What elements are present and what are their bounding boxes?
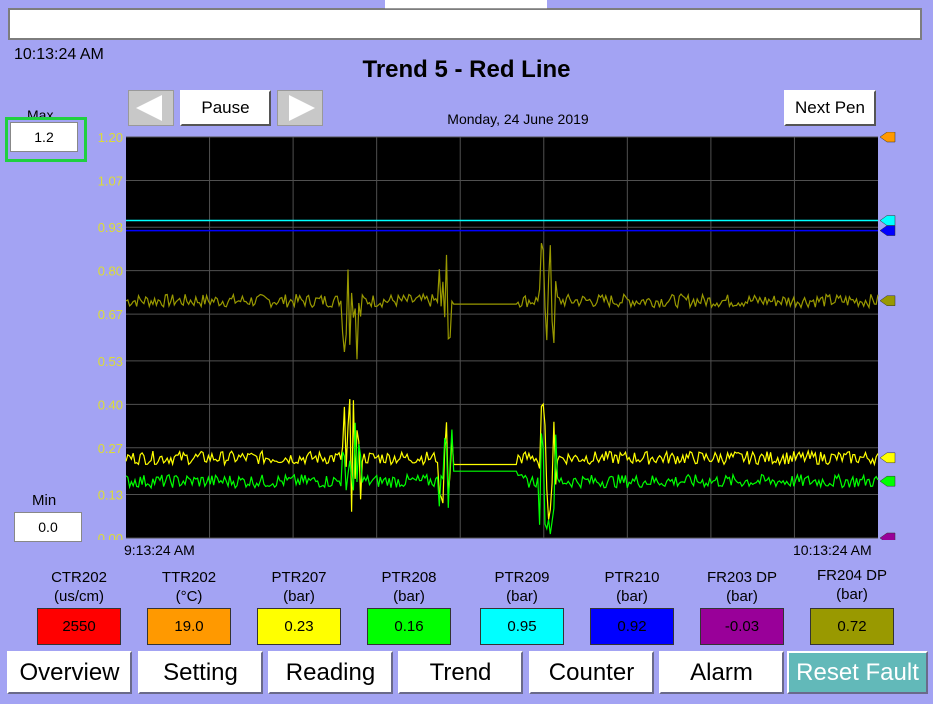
y-tick-label: 0.40 [98, 397, 123, 412]
nav-reading-button[interactable]: Reading [268, 651, 393, 694]
tag-unit: (bar) [836, 586, 868, 603]
scroll-back-button[interactable] [128, 90, 174, 126]
pen-marker-icon [879, 452, 896, 464]
scroll-forward-button[interactable] [277, 90, 323, 126]
pen-marker-icon [879, 132, 896, 143]
y-tick-label: 0.00 [98, 531, 123, 540]
y-tick-label: 0.27 [98, 441, 123, 456]
pen-marker-icon [879, 295, 896, 306]
tag-value-1: 19.0 [147, 608, 231, 645]
tag-label-0: CTR202 (us/cm) [19, 568, 139, 606]
tag-label-1: TTR202 (°C) [129, 568, 249, 606]
tag-value-4: 0.95 [480, 608, 564, 645]
tag-name: FR203 DP [706, 569, 778, 586]
tag-value-0: 2550 [37, 608, 121, 645]
min-label: Min [32, 492, 57, 509]
tag-value-3: 0.16 [367, 608, 451, 645]
max-input[interactable]: 1.2 [10, 122, 78, 152]
arrow-left-icon [136, 95, 162, 121]
y-tick-label: 0.13 [98, 488, 123, 503]
hmi-screen: 10:13:24 AM Trend 5 - Red Line Max 1.2 M… [0, 0, 933, 704]
tag-unit: (°C) [175, 588, 203, 605]
nav-counter-button[interactable]: Counter [529, 651, 654, 694]
tag-unit: (bar) [283, 588, 315, 605]
min-input[interactable]: 0.0 [14, 512, 82, 542]
tag-label-7: FR204 DP (bar) [792, 566, 912, 604]
tag-name: PTR210 [604, 569, 660, 586]
tag-label-4: PTR209 (bar) [462, 568, 582, 606]
tag-name: PTR208 [381, 569, 437, 586]
arrow-right-icon [289, 95, 315, 121]
pen-marker-icon [879, 225, 896, 236]
y-tick-label: 1.20 [98, 132, 123, 145]
tag-name: FR204 DP [816, 567, 888, 584]
pause-button[interactable]: Pause [180, 90, 271, 126]
nav-setting-button[interactable]: Setting [138, 651, 263, 694]
nav-reset-fault-button[interactable]: Reset Fault [787, 651, 928, 694]
tag-unit: (us/cm) [54, 588, 104, 605]
tag-unit: (bar) [393, 588, 425, 605]
y-tick-label: 0.80 [98, 264, 123, 279]
tag-unit: (bar) [726, 588, 758, 605]
pen-marker-icon [879, 215, 896, 226]
pen-marker-icon [879, 532, 896, 540]
time-axis-start: 9:13:24 AM [124, 542, 195, 558]
tag-name: PTR209 [494, 569, 550, 586]
tag-name: PTR207 [271, 569, 327, 586]
tag-unit: (bar) [616, 588, 648, 605]
tag-value-5: 0.92 [590, 608, 674, 645]
nav-trend-button[interactable]: Trend [398, 651, 523, 694]
y-tick-label: 1.07 [98, 173, 123, 188]
y-tick-label: 0.67 [98, 307, 123, 322]
tag-value-7: 0.72 [810, 608, 894, 645]
page-title: Trend 5 - Red Line [362, 56, 571, 83]
nav-overview-button[interactable]: Overview [7, 651, 132, 694]
tag-value-6: -0.03 [700, 608, 784, 645]
nav-alarm-button[interactable]: Alarm [659, 651, 784, 694]
y-tick-label: 0.53 [98, 354, 123, 369]
y-tick-label: 0.93 [98, 220, 123, 235]
trend-chart: 1.20 1.07 0.93 0.80 0.67 0.53 0.40 0.27 0.13 0.00 [98, 132, 896, 540]
tag-label-5: PTR210 (bar) [572, 568, 692, 606]
trend-date: Monday, 24 June 2019 [447, 111, 589, 127]
tag-value-2: 0.23 [257, 608, 341, 645]
top-notch [385, 0, 547, 9]
tag-name: CTR202 [51, 569, 107, 586]
message-bar [8, 8, 922, 40]
tag-name: TTR202 [161, 569, 217, 586]
tag-label-3: PTR208 (bar) [349, 568, 469, 606]
tag-label-6: FR203 DP (bar) [682, 568, 802, 606]
next-pen-button[interactable]: Next Pen [784, 90, 876, 126]
time-axis-end: 10:13:24 AM [793, 542, 872, 558]
tag-label-2: PTR207 (bar) [239, 568, 359, 606]
tag-unit: (bar) [506, 588, 538, 605]
pen-marker-icon [879, 475, 896, 487]
